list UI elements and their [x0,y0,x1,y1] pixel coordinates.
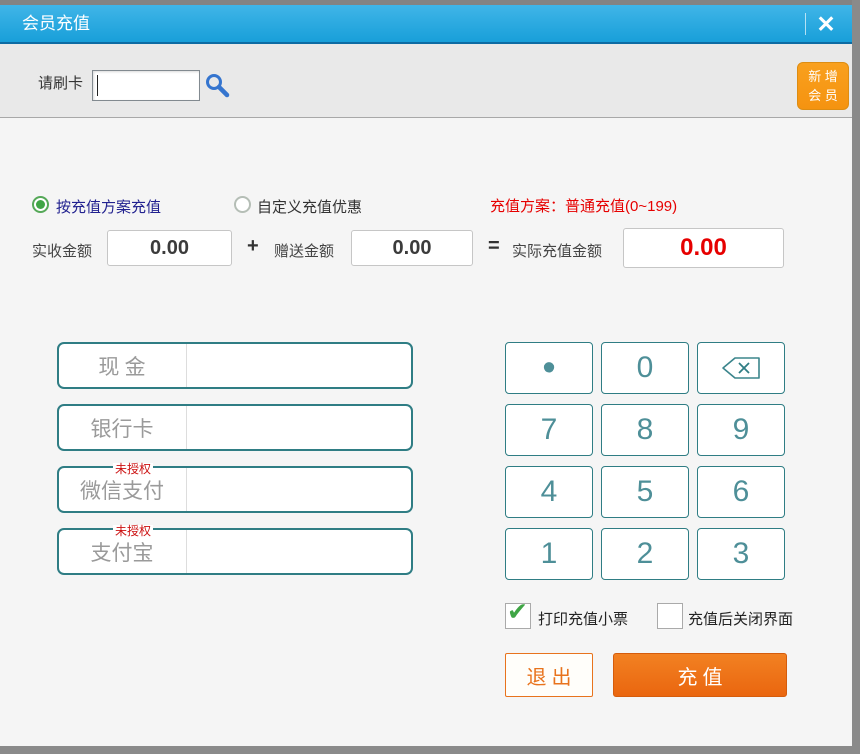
payment-divider [186,468,187,511]
actual-amount-value: 0.00 [623,228,784,268]
keypad-8[interactable]: 8 [601,404,689,456]
key-label: 5 [637,475,654,509]
key-label: 9 [733,413,750,447]
payment-divider [186,406,187,449]
dot-key-label: • [542,347,555,390]
key-label: 6 [733,475,750,509]
keypad-dot[interactable]: • [505,342,593,394]
add-member-button[interactable]: 新 增 会 员 [797,62,849,110]
gift-amount-label: 赠送金额 [274,240,334,261]
key-label: 4 [541,475,558,509]
payment-wechat-row[interactable]: 微信支付 未授权 [57,466,413,513]
payment-cash-label: 现 金 [59,344,185,387]
window-frame-bottom [0,746,860,754]
payment-divider [186,530,187,573]
add-member-label-line1: 新 增 [808,69,838,84]
key-label: 2 [637,537,654,571]
close-after-label[interactable]: 充值后关闭界面 [688,608,793,629]
keypad-0[interactable]: 0 [601,342,689,394]
received-amount-input[interactable]: 0.00 [107,230,232,266]
keypad-5[interactable]: 5 [601,466,689,518]
check-icon: ✔ [507,597,528,627]
card-number-input[interactable] [92,70,200,101]
keypad-7[interactable]: 7 [505,404,593,456]
close-after-checkbox[interactable] [657,603,683,629]
key-label: 1 [541,537,558,571]
keypad-1[interactable]: 1 [505,528,593,580]
keypad-3[interactable]: 3 [697,528,785,580]
exit-button[interactable]: 退 出 [505,653,593,697]
unauthorized-badge: 未授权 [113,463,153,476]
equals-sign: = [488,235,500,258]
close-button[interactable]: ✕ [812,8,840,40]
search-icon[interactable] [204,72,232,100]
keypad-9[interactable]: 9 [697,404,785,456]
unauthorized-badge: 未授权 [113,525,153,538]
radio-selected-dot [36,200,45,209]
radio-custom-label[interactable]: 自定义充值优惠 [257,196,362,217]
radio-by-plan-label[interactable]: 按充值方案充值 [56,196,161,217]
gift-amount-input[interactable]: 0.00 [351,230,473,266]
received-amount-label: 实收金额 [32,240,92,261]
member-recharge-dialog: 会员充值 ✕ 请刷卡 新 增 会 员 按充值方案充值 自定义充值优惠 充值方案：… [0,0,860,754]
print-receipt-checkbox[interactable]: ✔ [505,603,531,629]
swipe-card-label: 请刷卡 [38,72,83,93]
payment-divider [186,344,187,387]
keypad-backspace[interactable] [697,342,785,394]
recharge-button[interactable]: 充 值 [613,653,787,697]
key-label: 0 [637,351,654,385]
close-icon: ✕ [816,11,835,37]
dialog-title: 会员充值 [22,5,90,42]
payment-cash-row[interactable]: 现 金 [57,342,413,389]
titlebar-separator [805,13,806,35]
key-label: 7 [541,413,558,447]
text-caret [97,75,98,96]
titlebar: 会员充值 ✕ [0,5,852,44]
key-label: 8 [637,413,654,447]
payment-bankcard-row[interactable]: 银行卡 [57,404,413,451]
keypad-6[interactable]: 6 [697,466,785,518]
keypad-2[interactable]: 2 [601,528,689,580]
key-label: 3 [733,537,750,571]
plus-sign: + [247,235,259,258]
plan-info-text: 充值方案：普通充值(0~199) [490,195,677,216]
payment-bankcard-label: 银行卡 [59,406,185,449]
print-receipt-label[interactable]: 打印充值小票 [538,608,628,629]
radio-by-plan[interactable] [32,196,49,213]
payment-alipay-row[interactable]: 支付宝 未授权 [57,528,413,575]
actual-amount-label: 实际充值金额 [512,240,602,261]
radio-custom[interactable] [234,196,251,213]
add-member-label-line2: 会 员 [808,88,838,103]
window-frame-right [852,0,860,754]
keypad-4[interactable]: 4 [505,466,593,518]
backspace-icon [718,353,764,383]
card-swipe-header: 请刷卡 新 增 会 员 [0,44,852,118]
